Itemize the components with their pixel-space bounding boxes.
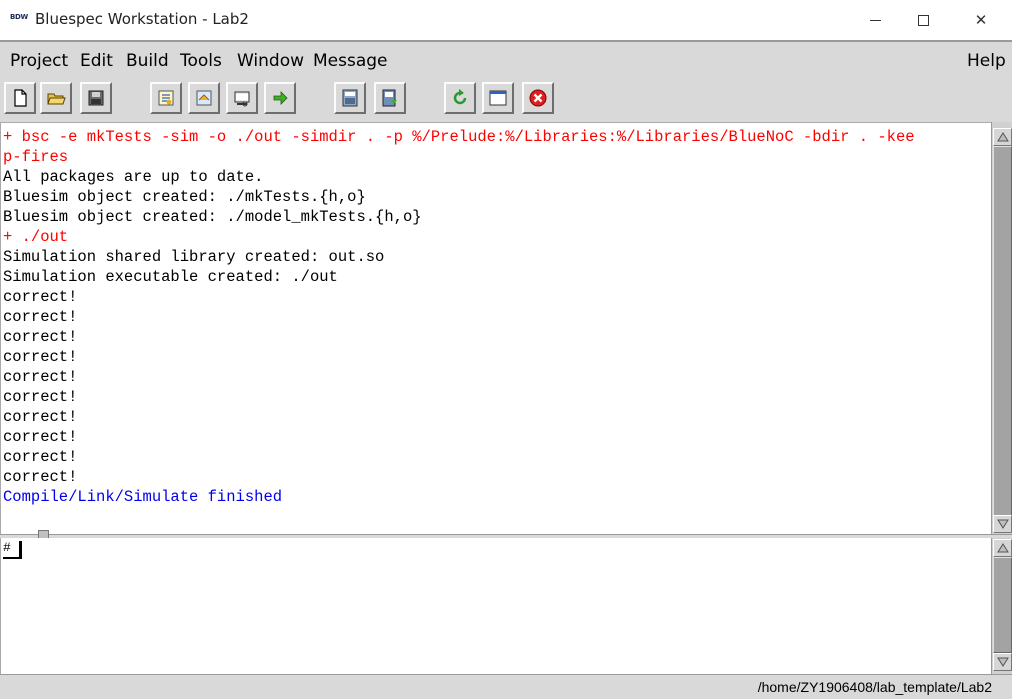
window-icon bbox=[489, 90, 507, 106]
output-line: correct! bbox=[3, 408, 78, 426]
output-line: All packages are up to date. bbox=[3, 168, 264, 186]
scroll-thumb[interactable] bbox=[993, 146, 1012, 516]
output-line: Simulation shared library created: out.s… bbox=[3, 248, 385, 266]
scroll-up-button[interactable] bbox=[993, 128, 1012, 146]
output-line: Bluesim object created: ./mkTests.{h,o} bbox=[3, 188, 366, 206]
open-project-button[interactable] bbox=[40, 82, 72, 114]
output-line: + ./out bbox=[3, 228, 69, 246]
output-line: Compile/Link/Simulate finished bbox=[3, 488, 283, 506]
save-icon bbox=[88, 90, 104, 106]
menu-message-label: Message bbox=[313, 51, 388, 71]
output-line: Simulation executable created: ./out bbox=[3, 268, 338, 286]
minimize-icon bbox=[869, 19, 881, 21]
output-line: correct! bbox=[3, 388, 78, 406]
project-files-button[interactable] bbox=[374, 82, 406, 114]
simulate-icon bbox=[234, 91, 250, 107]
output-line: + bsc -e mkTests -sim -o ./out -simdir .… bbox=[3, 128, 915, 146]
project-path: /home/ZY1906408/lab_template/Lab2 bbox=[757, 679, 992, 695]
menu-edit[interactable]: Edit bbox=[80, 51, 113, 71]
toolbar bbox=[0, 78, 1012, 122]
command-prompt: # bbox=[3, 540, 11, 555]
close-icon: ✕ bbox=[974, 11, 988, 29]
link-button[interactable] bbox=[188, 82, 220, 114]
arrow-down-icon bbox=[996, 519, 1009, 529]
output-scrollbar[interactable] bbox=[991, 122, 1012, 534]
save-button[interactable] bbox=[80, 82, 112, 114]
menu-project-label: Project bbox=[10, 51, 69, 71]
arrow-up-icon bbox=[996, 132, 1009, 142]
menu-build[interactable]: Build bbox=[126, 51, 169, 71]
output-line: correct! bbox=[3, 348, 78, 366]
compile-icon bbox=[158, 90, 174, 106]
arrow-up-icon bbox=[996, 543, 1009, 553]
run-icon bbox=[273, 91, 288, 105]
run-button[interactable] bbox=[264, 82, 296, 114]
command-scrollbar[interactable] bbox=[991, 538, 1012, 674]
refresh-icon bbox=[453, 89, 467, 105]
output-line: Bluesim object created: ./model_mkTests.… bbox=[3, 208, 422, 226]
output-line: p-fires bbox=[3, 148, 69, 166]
output-line: correct! bbox=[3, 368, 78, 386]
editor-button[interactable] bbox=[334, 82, 366, 114]
new-file-button[interactable] bbox=[4, 82, 36, 114]
menu-window[interactable]: Window bbox=[237, 51, 304, 71]
project-files-icon bbox=[382, 89, 397, 107]
close-button[interactable]: ✕ bbox=[958, 0, 1004, 40]
menu-tools[interactable]: Tools bbox=[180, 51, 222, 71]
stop-button[interactable] bbox=[522, 82, 554, 114]
command-pane[interactable]: # bbox=[0, 538, 991, 674]
menu-help[interactable]: Help bbox=[967, 51, 1006, 71]
arrow-down-icon bbox=[996, 657, 1009, 667]
title-bar: BDW Bluespec Workstation - Lab2 ✕ bbox=[0, 0, 1012, 40]
output-line: correct! bbox=[3, 288, 78, 306]
menu-window-label: Window bbox=[237, 51, 305, 71]
build-output-pane[interactable]: + bsc -e mkTests -sim -o ./out -simdir .… bbox=[0, 122, 991, 534]
text-cursor bbox=[19, 541, 22, 558]
output-line: correct! bbox=[3, 448, 78, 466]
minimize-button[interactable] bbox=[852, 0, 898, 40]
app-logo: BDW bbox=[10, 13, 28, 21]
scroll-down-button[interactable] bbox=[993, 515, 1012, 533]
command-scroll-up-button[interactable] bbox=[993, 539, 1012, 557]
window-title: Bluespec Workstation - Lab2 bbox=[35, 10, 249, 28]
compile-button[interactable] bbox=[150, 82, 182, 114]
output-line: correct! bbox=[3, 428, 78, 446]
menu-build-label: Build bbox=[126, 51, 169, 71]
cursor-underline bbox=[3, 557, 22, 559]
new-file-icon bbox=[14, 89, 27, 107]
simulate-button[interactable] bbox=[226, 82, 258, 114]
editor-icon bbox=[342, 89, 358, 107]
open-folder-icon bbox=[47, 93, 66, 105]
output-line: correct! bbox=[3, 468, 78, 486]
output-line: correct! bbox=[3, 328, 78, 346]
menu-tools-label: Tools bbox=[180, 51, 222, 71]
maximize-icon bbox=[917, 14, 929, 26]
menu-project[interactable]: Project bbox=[10, 51, 68, 71]
link-icon bbox=[196, 90, 212, 106]
menu-bar: Project Edit Build Tools Window Message … bbox=[0, 40, 1012, 78]
menu-edit-label: Edit bbox=[80, 51, 113, 71]
menu-help-label: Help bbox=[967, 51, 1006, 71]
menu-message[interactable]: Message bbox=[313, 51, 388, 71]
refresh-button[interactable] bbox=[444, 82, 476, 114]
output-line: correct! bbox=[3, 308, 78, 326]
command-scroll-thumb[interactable] bbox=[993, 557, 1012, 653]
status-bar: /home/ZY1906408/lab_template/Lab2 bbox=[0, 674, 1012, 699]
command-scroll-down-button[interactable] bbox=[993, 653, 1012, 671]
stop-icon bbox=[529, 89, 547, 107]
window-button[interactable] bbox=[482, 82, 514, 114]
maximize-button[interactable] bbox=[900, 0, 946, 40]
